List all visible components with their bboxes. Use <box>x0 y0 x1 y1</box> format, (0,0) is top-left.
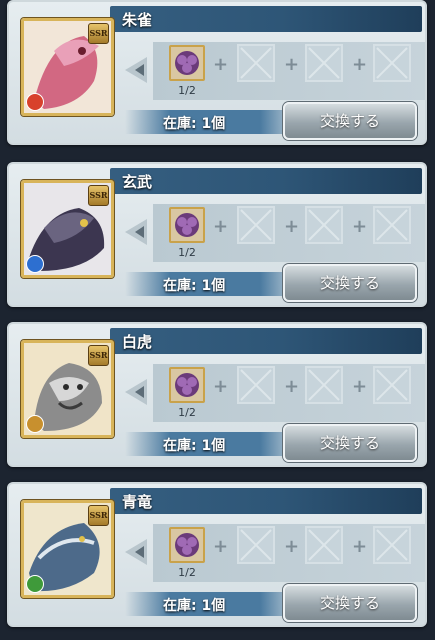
stock-label: 在庫: 1個 <box>163 438 226 454</box>
exchange-button[interactable]: 交換する <box>283 102 417 140</box>
empty-slot <box>237 44 275 82</box>
plus-icon: + <box>284 536 300 557</box>
rarity-badge: SSR <box>88 185 109 206</box>
stock-label: 在庫: 1個 <box>163 598 226 614</box>
earth-element-icon <box>26 415 44 433</box>
summon-portrait[interactable]: SSR <box>21 500 114 598</box>
plus-icon: + <box>284 216 300 237</box>
plus-icon: + <box>352 54 368 75</box>
fire-element-icon <box>26 93 44 111</box>
empty-slot <box>305 526 343 564</box>
summon-portrait[interactable]: SSR <box>21 18 114 116</box>
empty-slot <box>373 44 411 82</box>
empty-slot <box>373 366 411 404</box>
plus-icon: + <box>352 376 368 397</box>
exchange-card: 青竜 SSR 1/2 + + + 在庫: 1個 交換する <box>7 482 427 627</box>
stock-bar: 在庫: 1個 <box>125 110 305 134</box>
summon-name: 白虎 <box>122 333 153 351</box>
stock-bar: 在庫: 1個 <box>125 272 305 296</box>
exchange-button[interactable]: 交換する <box>283 424 417 462</box>
stock-label: 在庫: 1個 <box>163 116 226 132</box>
name-bar: 青竜 <box>110 488 422 514</box>
empty-slot <box>237 366 275 404</box>
exchange-button[interactable]: 交換する <box>283 264 417 302</box>
left-arrow-button[interactable] <box>125 379 147 405</box>
material-slots: 1/2 + + + <box>153 524 425 582</box>
material-count: 1/2 <box>178 566 196 579</box>
plus-icon: + <box>213 376 229 397</box>
empty-slot <box>305 366 343 404</box>
empty-slot <box>373 206 411 244</box>
left-arrow-button[interactable] <box>125 539 147 565</box>
left-arrow-button[interactable] <box>125 57 147 83</box>
left-arrow-button[interactable] <box>125 219 147 245</box>
plus-icon: + <box>213 536 229 557</box>
plus-icon: + <box>352 536 368 557</box>
summon-name: 朱雀 <box>122 11 153 29</box>
material-item-icon[interactable] <box>169 527 205 563</box>
rarity-badge: SSR <box>88 345 109 366</box>
stock-bar: 在庫: 1個 <box>125 432 305 456</box>
material-slots: 1/2 + + + <box>153 364 425 422</box>
name-bar: 朱雀 <box>110 6 422 32</box>
plus-icon: + <box>284 376 300 397</box>
plus-icon: + <box>213 216 229 237</box>
plus-icon: + <box>352 216 368 237</box>
empty-slot <box>373 526 411 564</box>
material-count: 1/2 <box>178 406 196 419</box>
stock-bar: 在庫: 1個 <box>125 592 305 616</box>
plus-icon: + <box>284 54 300 75</box>
wind-element-icon <box>26 575 44 593</box>
summon-portrait[interactable]: SSR <box>21 180 114 278</box>
exchange-card: 朱雀 SSR 1/2 + + + 在庫: 1個 交換する <box>7 0 427 145</box>
material-item-icon[interactable] <box>169 45 205 81</box>
empty-slot <box>237 526 275 564</box>
material-item-icon[interactable] <box>169 207 205 243</box>
material-item-icon[interactable] <box>169 367 205 403</box>
material-count: 1/2 <box>178 84 196 97</box>
rarity-badge: SSR <box>88 505 109 526</box>
name-bar: 玄武 <box>110 168 422 194</box>
summon-name: 青竜 <box>122 493 153 511</box>
stock-label: 在庫: 1個 <box>163 278 226 294</box>
summon-name: 玄武 <box>122 173 153 191</box>
water-element-icon <box>26 255 44 273</box>
rarity-badge: SSR <box>88 23 109 44</box>
exchange-card: 玄武 SSR 1/2 + + + 在庫: 1個 交換する <box>7 162 427 307</box>
material-count: 1/2 <box>178 246 196 259</box>
empty-slot <box>305 44 343 82</box>
exchange-card: 白虎 SSR 1/2 + + + 在庫: 1個 交換する <box>7 322 427 467</box>
material-slots: 1/2 + + + <box>153 204 425 262</box>
summon-portrait[interactable]: SSR <box>21 340 114 438</box>
exchange-button[interactable]: 交換する <box>283 584 417 622</box>
plus-icon: + <box>213 54 229 75</box>
name-bar: 白虎 <box>110 328 422 354</box>
empty-slot <box>305 206 343 244</box>
material-slots: 1/2 + + + <box>153 42 425 100</box>
empty-slot <box>237 206 275 244</box>
